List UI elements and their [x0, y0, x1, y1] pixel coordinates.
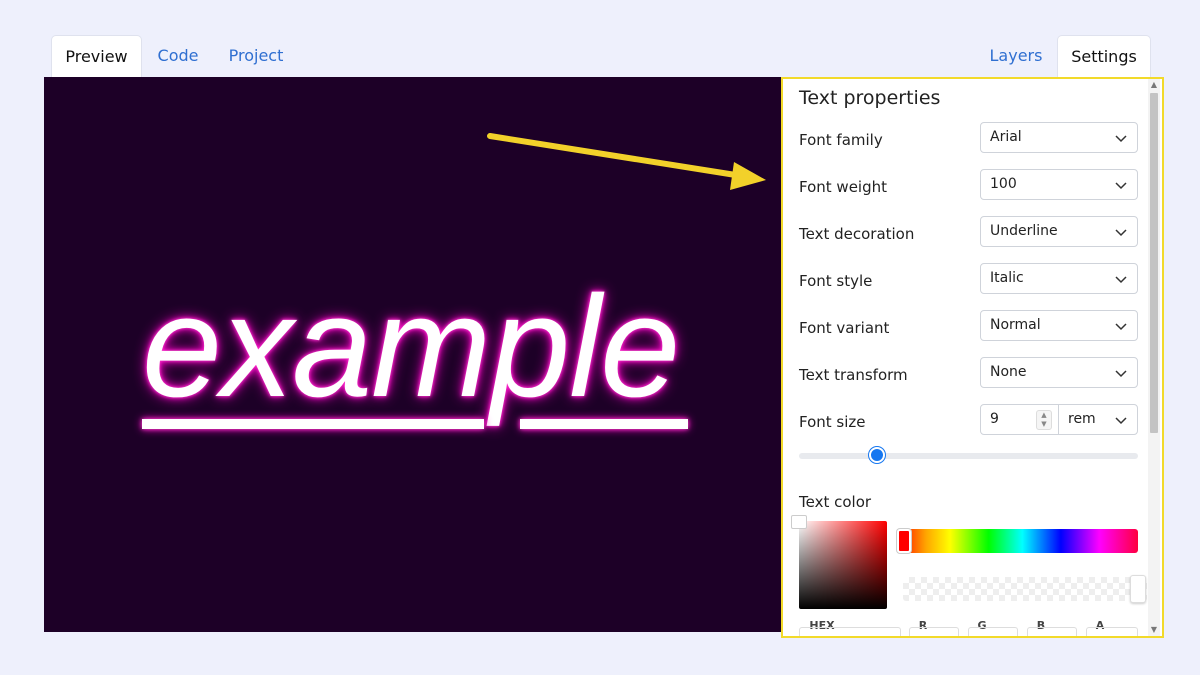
chevron-down-icon [1115, 370, 1127, 378]
font-weight-label: Font weight [799, 178, 888, 196]
panel-title: Text properties [799, 87, 941, 109]
saturation-handle[interactable] [791, 515, 807, 529]
text-transform-label: Text transform [799, 366, 908, 384]
tab-code[interactable]: Code [150, 35, 206, 77]
font-family-label: Font family [799, 131, 883, 149]
tab-settings[interactable]: Settings [1057, 35, 1151, 77]
font-variant-label: Font variant [799, 319, 890, 337]
preview-text: example [142, 266, 680, 427]
tab-layers[interactable]: Layers [983, 35, 1049, 77]
saturation-picker[interactable] [799, 521, 887, 609]
font-weight-select[interactable]: 100 [980, 169, 1138, 200]
select-value: 100 [990, 176, 1017, 192]
hue-slider[interactable] [897, 529, 1138, 553]
chevron-down-icon [1115, 135, 1127, 143]
text-color-label: Text color [799, 493, 872, 511]
chevron-down-icon [1115, 417, 1127, 425]
stepper-icon[interactable]: ▲ ▼ [1036, 410, 1052, 430]
scroll-down-icon[interactable]: ▼ [1148, 624, 1160, 636]
unit-value: rem [1068, 411, 1096, 427]
hue-handle[interactable] [897, 529, 911, 553]
alpha-handle[interactable] [1130, 575, 1146, 603]
font-size-slider[interactable] [799, 453, 1138, 459]
b-input[interactable] [1027, 627, 1077, 636]
select-value: Arial [990, 129, 1022, 145]
chevron-down-icon [1115, 323, 1127, 331]
settings-panel: Text properties Font family Arial Font w… [781, 77, 1164, 638]
select-value: None [990, 364, 1027, 380]
hex-input[interactable] [799, 627, 901, 636]
underline-segment [520, 419, 688, 429]
text-decoration-select[interactable]: Underline [980, 216, 1138, 247]
select-value: Underline [990, 223, 1058, 239]
chevron-down-icon [1115, 229, 1127, 237]
app-window: Preview Code Project Layers Settings exa… [0, 0, 1200, 675]
chevron-down-icon [1115, 182, 1127, 190]
g-input[interactable] [968, 627, 1018, 636]
a-input[interactable] [1086, 627, 1138, 636]
scroll-up-icon[interactable]: ▲ [1148, 79, 1160, 91]
text-decoration-label: Text decoration [799, 225, 915, 243]
underline-segment [142, 419, 484, 429]
text-transform-select[interactable]: None [980, 357, 1138, 388]
font-variant-select[interactable]: Normal [980, 310, 1138, 341]
font-size-value: 9 [990, 411, 999, 427]
panel-scrollbar[interactable]: ▲ ▼ [1148, 79, 1160, 636]
scroll-thumb[interactable] [1150, 93, 1158, 433]
font-size-input[interactable]: 9 ▲ ▼ [980, 404, 1059, 435]
chevron-down-icon [1115, 276, 1127, 284]
font-family-select[interactable]: Arial [980, 122, 1138, 153]
font-size-label: Font size [799, 413, 866, 431]
tab-preview[interactable]: Preview [51, 35, 142, 77]
font-style-select[interactable]: Italic [980, 263, 1138, 294]
font-style-label: Font style [799, 272, 873, 290]
r-input[interactable] [909, 627, 959, 636]
font-size-unit-select[interactable]: rem [1058, 404, 1138, 435]
tab-project[interactable]: Project [222, 35, 290, 77]
select-value: Italic [990, 270, 1024, 286]
alpha-slider[interactable] [903, 577, 1147, 601]
select-value: Normal [990, 317, 1041, 333]
slider-thumb[interactable] [868, 447, 885, 463]
preview-canvas[interactable]: example [44, 77, 781, 632]
